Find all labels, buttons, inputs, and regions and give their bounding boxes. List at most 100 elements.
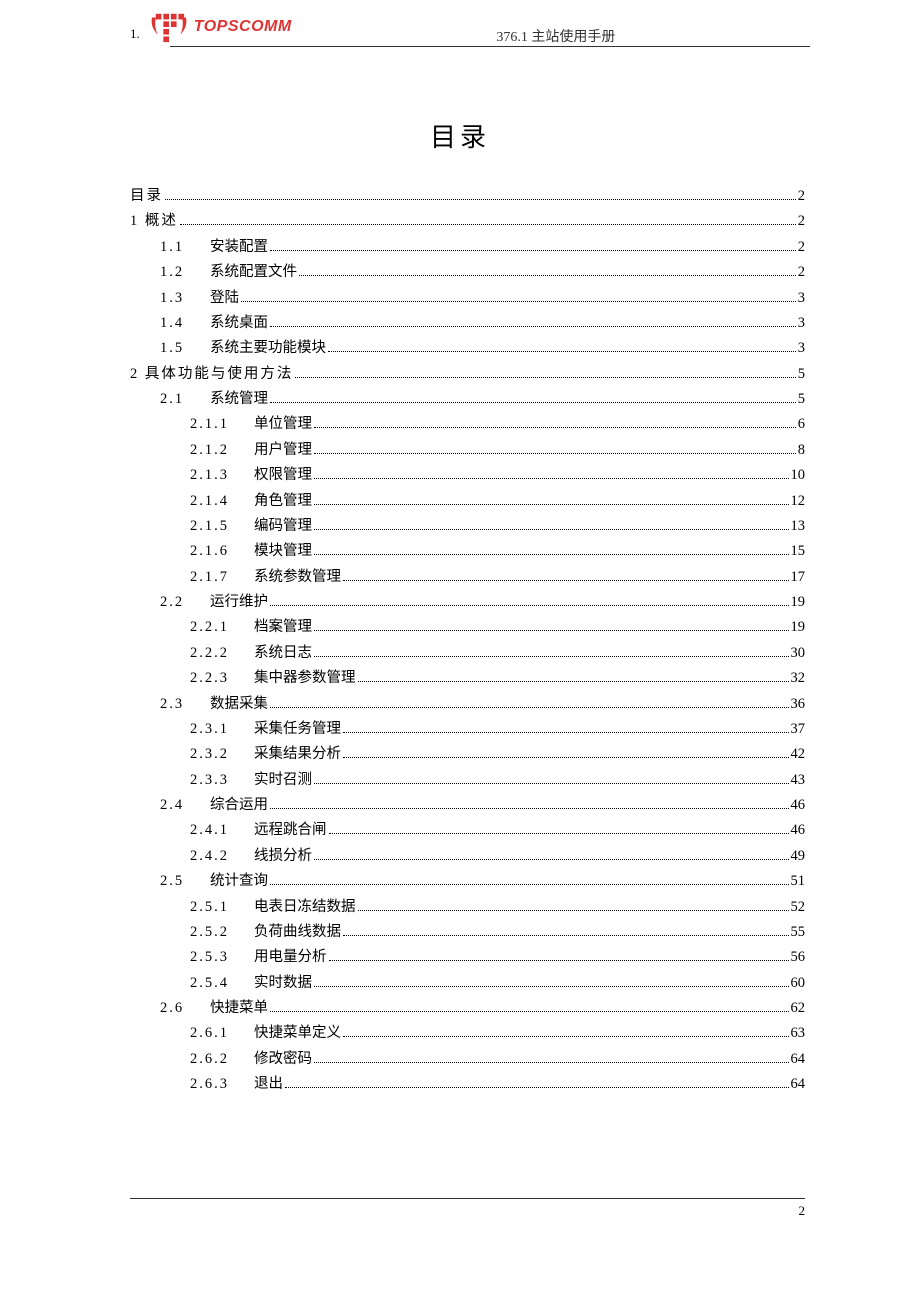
toc-entry-label: 单位管理 (254, 412, 312, 437)
toc-entry-number: 1.3 (160, 286, 192, 311)
toc-entry-number: 2.1.2 (190, 438, 236, 463)
header-divider (170, 46, 810, 47)
toc-entry-number: 2.4.2 (190, 844, 236, 869)
toc-entry-label: 负荷曲线数据 (254, 920, 341, 945)
toc-entry-page: 32 (791, 666, 806, 691)
toc-entry-label: 退出 (254, 1072, 283, 1097)
table-of-contents: 目录21 概述21.1安装配置21.2系统配置文件21.3登陆31.4系统桌面3… (130, 184, 805, 1098)
toc-entry-number: 1.2 (160, 260, 192, 285)
toc-leader-dots (285, 1087, 789, 1088)
toc-entry-number: 2.4.1 (190, 818, 236, 843)
toc-entry: 1 概述 2 (130, 209, 805, 234)
toc-entry: 1.2系统配置文件2 (130, 260, 805, 285)
toc-entry-number: 2.6.3 (190, 1072, 236, 1097)
toc-entry: 2.1.3权限管理10 (130, 463, 805, 488)
toc-entry-label: 远程跳合闸 (254, 818, 327, 843)
toc-leader-dots (299, 275, 796, 276)
toc-entry-label: 统计查询 (210, 869, 268, 894)
toc-leader-dots (343, 1036, 789, 1037)
toc-entry-number: 2.1.5 (190, 514, 236, 539)
toc-entry-page: 15 (791, 539, 806, 564)
toc-entry-label: 档案管理 (254, 615, 312, 640)
toc-entry: 2.2.1档案管理19 (130, 615, 805, 640)
toc-entry: 2.6快捷菜单62 (130, 996, 805, 1021)
toc-entry-label: 修改密码 (254, 1047, 312, 1072)
toc-leader-dots (270, 1011, 789, 1012)
toc-entry-number: 2.1.3 (190, 463, 236, 488)
toc-entry-number: 1.1 (160, 235, 192, 260)
brand-logo: TOPSCOMM (150, 10, 292, 44)
toc-entry: 2.2运行维护19 (130, 590, 805, 615)
toc-leader-dots (314, 478, 789, 479)
toc-entry-number: 2.2.3 (190, 666, 236, 691)
toc-leader-dots (343, 757, 789, 758)
document-page: 1. TO (0, 0, 920, 1302)
toc-leader-dots (343, 935, 789, 936)
toc-leader-dots (314, 529, 789, 530)
toc-entry: 2.3.1采集任务管理37 (130, 717, 805, 742)
toc-entry-page: 63 (791, 1021, 806, 1046)
toc-entry-label: 登陆 (210, 286, 239, 311)
toc-entry-page: 64 (791, 1047, 806, 1072)
toc-leader-dots (328, 351, 796, 352)
toc-entry-page: 30 (791, 641, 806, 666)
toc-entry-page: 19 (791, 615, 806, 640)
toc-entry-label: 用户管理 (254, 438, 312, 463)
toc-entry-number: 2.2.2 (190, 641, 236, 666)
brand-mark-icon (150, 10, 188, 44)
toc-entry-page: 13 (791, 514, 806, 539)
toc-entry-page: 42 (791, 742, 806, 767)
toc-entry-label: 1 概述 (130, 209, 178, 234)
toc-entry-page: 2 (798, 209, 805, 234)
toc-entry: 目录2 (130, 184, 805, 209)
toc-leader-dots (358, 910, 789, 911)
toc-entry-page: 37 (791, 717, 806, 742)
toc-entry: 2.3.3实时召测43 (130, 768, 805, 793)
toc-entry-page: 5 (798, 362, 805, 387)
toc-entry: 2.4综合运用46 (130, 793, 805, 818)
toc-entry-label: 系统日志 (254, 641, 312, 666)
toc-entry-number: 2.1.7 (190, 565, 236, 590)
toc-entry-label: 快捷菜单定义 (254, 1021, 341, 1046)
toc-leader-dots (314, 554, 789, 555)
toc-leader-dots (295, 377, 795, 378)
toc-leader-dots (329, 960, 789, 961)
brand-name: TOPSCOMM (194, 18, 292, 36)
toc-leader-dots (314, 630, 789, 631)
toc-entry-number: 2.4 (160, 793, 192, 818)
toc-entry-number: 2.1.1 (190, 412, 236, 437)
toc-entry-page: 5 (798, 387, 805, 412)
toc-entry-label: 数据采集 (210, 692, 268, 717)
toc-entry-page: 8 (798, 438, 805, 463)
toc-entry-page: 52 (791, 895, 806, 920)
toc-entry-number: 2.6.1 (190, 1021, 236, 1046)
toc-entry-number: 2.1 (160, 387, 192, 412)
toc-entry-number: 2.6.2 (190, 1047, 236, 1072)
toc-leader-dots (314, 427, 796, 428)
toc-entry-label: 实时数据 (254, 971, 312, 996)
toc-leader-dots (270, 250, 796, 251)
toc-entry-number: 2.6 (160, 996, 192, 1021)
toc-entry-page: 60 (791, 971, 806, 996)
toc-leader-dots (270, 808, 789, 809)
header-corner-label: 1. (130, 26, 140, 42)
toc-entry-label: 模块管理 (254, 539, 312, 564)
toc-entry: 2.6.3 退出 64 (130, 1072, 805, 1097)
toc-entry-label: 采集结果分析 (254, 742, 341, 767)
toc-entry-page: 19 (791, 590, 806, 615)
toc-entry-label: 用电量分析 (254, 945, 327, 970)
toc-entry: 2.6.1 快捷菜单定义 63 (130, 1021, 805, 1046)
toc-entry: 2.3数据采集36 (130, 692, 805, 717)
toc-leader-dots (329, 833, 789, 834)
toc-entry: 2.2.2 系统日志 30 (130, 641, 805, 666)
toc-entry-label: 系统桌面 (210, 311, 268, 336)
toc-entry-number: 2.3 (160, 692, 192, 717)
toc-leader-dots (343, 580, 789, 581)
toc-leader-dots (165, 199, 796, 200)
toc-entry: 1.5系统主要功能模块3 (130, 336, 805, 361)
toc-leader-dots (270, 707, 789, 708)
toc-entry-number: 2.2 (160, 590, 192, 615)
toc-entry: 1.1安装配置2 (130, 235, 805, 260)
page-header: 1. TO (0, 0, 920, 44)
toc-entry-page: 64 (791, 1072, 806, 1097)
